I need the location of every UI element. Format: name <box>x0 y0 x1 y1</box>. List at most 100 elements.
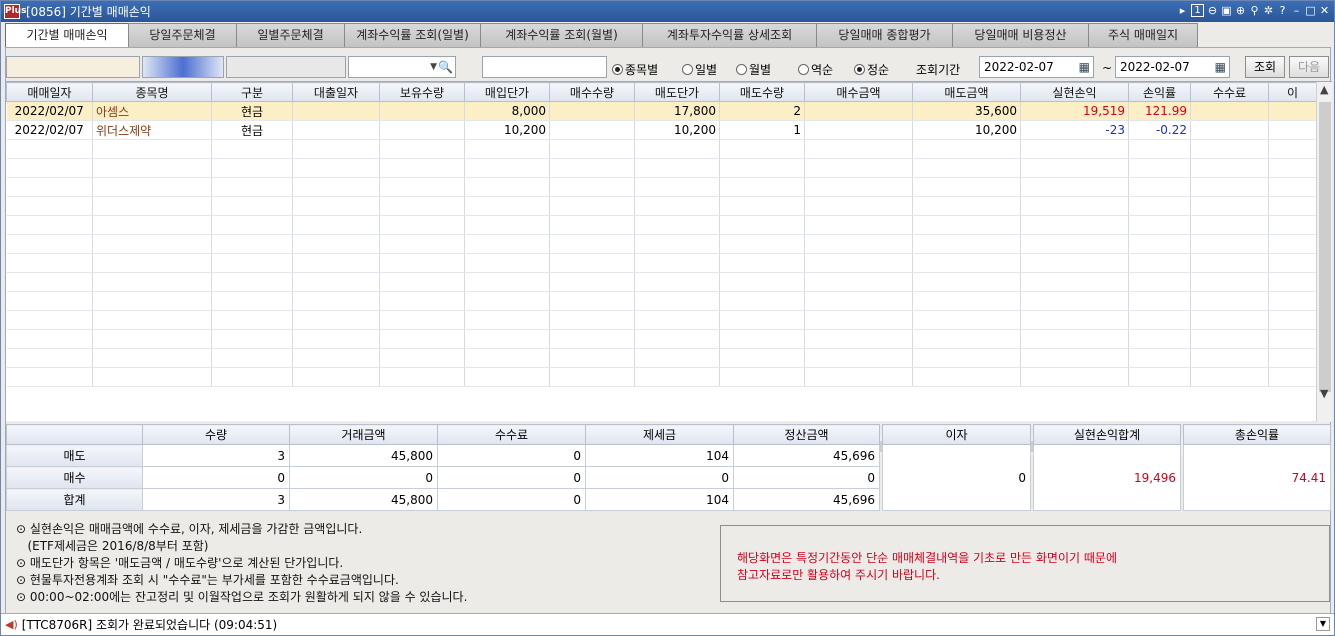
chevron-down-icon[interactable]: ▼ <box>1316 617 1330 631</box>
column-header[interactable]: 매수금액 <box>804 82 913 102</box>
search-icon[interactable]: 🔍 <box>438 57 453 77</box>
radio-option[interactable]: 역순 <box>798 61 833 78</box>
column-header[interactable]: 매도수량 <box>719 82 805 102</box>
summary-cell: 45,800 <box>289 444 438 467</box>
tab-item[interactable]: 당일매매 비용정산 <box>952 23 1089 47</box>
table-cell <box>464 367 550 387</box>
pin-icon[interactable]: ⚲ <box>1249 3 1260 18</box>
vertical-scroll-thumb[interactable] <box>1319 102 1331 392</box>
tab-item[interactable]: 주식 매매일지 <box>1088 23 1198 47</box>
table-cell <box>211 215 293 235</box>
table-cell <box>1268 253 1317 273</box>
column-header[interactable]: 이 <box>1268 82 1317 102</box>
table-cell <box>804 272 913 292</box>
account-name-field[interactable] <box>142 56 224 78</box>
zoom-in-icon[interactable]: ⊕ <box>1235 3 1246 18</box>
table-cell <box>1128 196 1191 216</box>
table-row[interactable] <box>6 329 1317 349</box>
summary-cell: 0 <box>142 466 290 489</box>
help-icon[interactable]: ? <box>1277 3 1288 18</box>
screen-icon[interactable]: ▣ <box>1221 3 1232 18</box>
table-row[interactable] <box>6 272 1317 292</box>
minimize-icon[interactable]: – <box>1291 3 1302 18</box>
radio-button-icon[interactable] <box>612 64 623 75</box>
tab-item[interactable]: 당일주문체결 <box>128 23 237 47</box>
table-row[interactable] <box>6 291 1317 311</box>
table-row[interactable] <box>6 139 1317 159</box>
status-message: [TTC8706R] 조회가 완료되었습니다 (09:04:51) <box>21 617 278 632</box>
stock-name-field[interactable] <box>482 56 607 78</box>
table-cell <box>1020 272 1129 292</box>
tab-item[interactable]: 당일매매 종합평가 <box>816 23 953 47</box>
stock-code-combo[interactable]: ▼ 🔍 <box>348 56 456 78</box>
table-cell <box>464 348 550 368</box>
calendar-icon[interactable]: ▦ <box>1215 57 1226 77</box>
account-number-field[interactable] <box>6 56 140 78</box>
column-header[interactable]: 수수료 <box>1190 82 1269 102</box>
scroll-down-icon[interactable]: ▼ <box>1320 387 1328 400</box>
table-row[interactable] <box>6 158 1317 178</box>
table-row[interactable] <box>6 196 1317 216</box>
column-header[interactable]: 매입단가 <box>464 82 550 102</box>
close-icon[interactable]: ✕ <box>1319 3 1330 18</box>
tab-item[interactable]: 일별주문체결 <box>236 23 345 47</box>
tab-item[interactable]: 기간별 매매손익 <box>5 23 129 48</box>
column-header[interactable]: 손익률 <box>1128 82 1191 102</box>
maximize-icon[interactable]: □ <box>1305 3 1316 18</box>
tab-item[interactable]: 계좌수익률 조회(일별) <box>344 23 481 47</box>
table-cell <box>1020 329 1129 349</box>
date-to-field[interactable]: 2022-02-07 ▦ <box>1115 56 1230 78</box>
column-header[interactable]: 매수수량 <box>549 82 635 102</box>
tab-item[interactable]: 계좌투자수익률 상세조회 <box>642 23 817 47</box>
warning-line: 해당화면은 특정기간동안 단순 매매체결내역을 기초로 만든 화면이기 때문에 <box>737 551 1117 565</box>
prev-page-icon[interactable]: ▸ <box>1177 3 1188 18</box>
table-cell <box>1268 272 1317 292</box>
column-header[interactable]: 실현손익 <box>1020 82 1129 102</box>
radio-button-icon[interactable] <box>798 64 809 75</box>
radio-button-icon[interactable] <box>736 64 747 75</box>
page-number[interactable]: 1 <box>1191 4 1204 17</box>
table-row[interactable] <box>6 253 1317 273</box>
table-row[interactable]: 2022/02/07 아셈스 현금 8,000 17,800 2 35,600 19,519 1… <box>6 101 1317 121</box>
radio-option[interactable]: 일별 <box>682 61 717 78</box>
radio-option[interactable]: 정순 <box>854 61 889 78</box>
table-row[interactable] <box>6 177 1317 197</box>
table-cell <box>292 139 380 159</box>
summary-row-label: 매수 <box>6 466 143 489</box>
radio-button-icon[interactable] <box>854 64 865 75</box>
table-row[interactable] <box>6 367 1317 387</box>
tab-item[interactable]: 계좌수익률 조회(월별) <box>480 23 643 47</box>
summary-row: 매도 3 45,800 0 104 45,696 <box>6 444 880 467</box>
column-header[interactable]: 구분 <box>211 82 293 102</box>
date-from-field[interactable]: 2022-02-07 ▦ <box>979 56 1094 78</box>
password-field[interactable] <box>226 56 346 78</box>
table-row[interactable] <box>6 234 1317 254</box>
table-row[interactable] <box>6 310 1317 330</box>
table-row[interactable] <box>6 215 1317 235</box>
query-button[interactable]: 조회 <box>1245 56 1285 78</box>
chevron-down-icon[interactable]: ▼ <box>430 57 437 77</box>
radio-option[interactable]: 종목별 <box>612 61 658 78</box>
calendar-icon[interactable]: ▦ <box>1079 57 1090 77</box>
table-cell: 현금 <box>211 120 293 140</box>
settings-icon[interactable]: ✲ <box>1263 3 1274 18</box>
table-cell <box>1128 310 1191 330</box>
column-header[interactable]: 매매일자 <box>6 82 93 102</box>
table-cell <box>719 310 805 330</box>
radio-option[interactable]: 월별 <box>736 61 771 78</box>
table-cell <box>634 291 720 311</box>
scroll-up-icon[interactable]: ▲ <box>1320 83 1328 96</box>
column-header[interactable]: 종목명 <box>92 82 212 102</box>
table-row[interactable]: 2022/02/07 위더스제약 현금 10,200 10,200 1 10,200 -23-… <box>6 120 1317 140</box>
table-cell <box>912 234 1021 254</box>
radio-button-icon[interactable] <box>682 64 693 75</box>
note-line: ⊙ 매도단가 항목은 '매도금액 / 매도수량'으로 계산된 단가입니다. <box>16 556 344 570</box>
table-row[interactable] <box>6 348 1317 368</box>
column-header[interactable]: 대출일자 <box>292 82 380 102</box>
zoom-out-icon[interactable]: ⊖ <box>1207 3 1218 18</box>
column-header[interactable]: 매도금액 <box>912 82 1021 102</box>
column-header[interactable]: 매도단가 <box>634 82 720 102</box>
next-button[interactable]: 다음 <box>1289 56 1329 78</box>
column-header[interactable]: 보유수량 <box>379 82 465 102</box>
vertical-scrollbar[interactable]: ▲ ▼ <box>1316 82 1332 422</box>
